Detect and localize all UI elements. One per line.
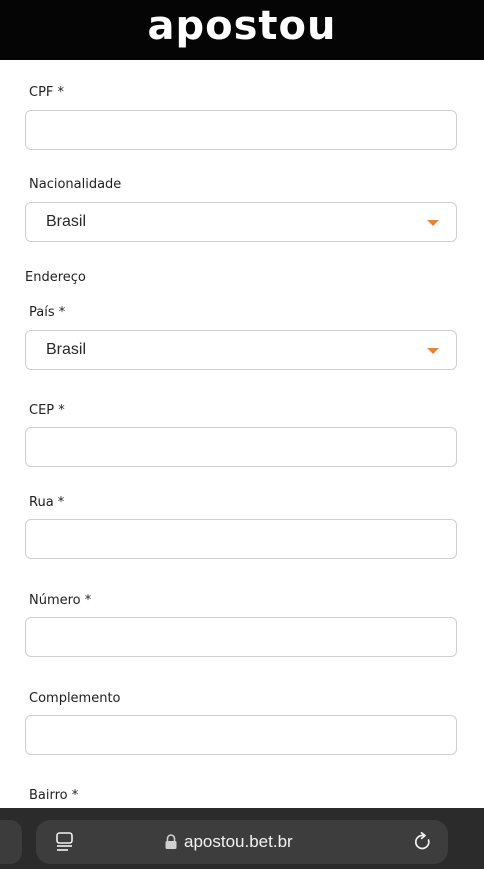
pais-selected-value: Brasil [46,341,87,358]
dropdown-caret-icon [427,348,439,354]
nacionalidade-select[interactable]: Brasil [25,202,457,242]
apostou-logo[interactable]: apostou [148,6,337,46]
numero-input[interactable] [25,617,457,657]
cep-label: CEP * [29,403,65,418]
reload-icon[interactable] [412,831,434,853]
rua-input[interactable] [25,519,457,559]
address-bar[interactable]: apostou.bet.br [36,820,448,864]
pais-label: País * [29,305,66,320]
complemento-label: Complemento [29,691,121,706]
browser-toolbar: apostou.bet.br [0,808,484,869]
previous-tab-stub[interactable] [0,820,22,864]
site-header: apostou [0,0,484,60]
url-text[interactable]: apostou.bet.br [184,832,293,852]
rua-label: Rua * [29,495,65,510]
tabs-icon[interactable] [54,831,76,853]
cpf-input[interactable] [25,110,457,150]
lock-icon [165,834,177,849]
numero-label: Número * [29,593,92,608]
cpf-label: CPF * [29,85,65,100]
cep-input[interactable] [25,427,457,467]
nacionalidade-label: Nacionalidade [29,177,122,192]
complemento-input[interactable] [25,715,457,755]
pais-select[interactable]: Brasil [25,330,457,370]
endereco-section-label: Endereço [25,270,86,285]
bairro-label: Bairro * [29,788,79,803]
dropdown-caret-icon [427,220,439,226]
nacionalidade-selected-value: Brasil [46,213,87,230]
